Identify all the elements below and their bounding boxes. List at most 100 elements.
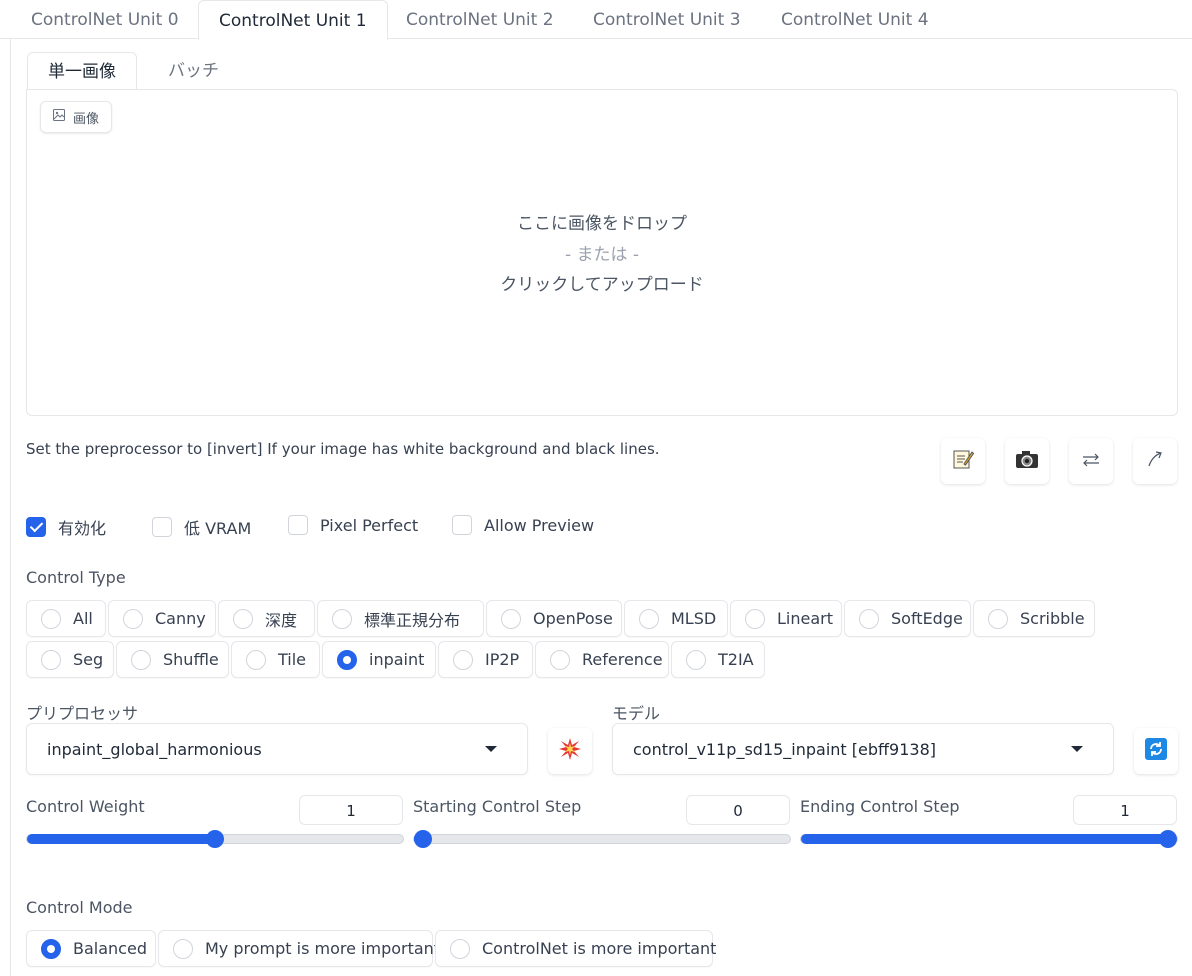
ending-step-slider[interactable] <box>800 830 1178 848</box>
option-label: Tile <box>278 650 307 669</box>
camera-button[interactable] <box>1005 438 1049 484</box>
radio-circle[interactable] <box>501 608 521 629</box>
control-type-shuffle[interactable]: Shuffle <box>116 641 229 678</box>
ending-step-input[interactable]: 1 <box>1073 795 1177 825</box>
invert-hint: Set the preprocessor to [invert] If your… <box>26 440 660 458</box>
control-type-openpose[interactable]: OpenPose <box>486 600 622 637</box>
allow-preview-checkbox[interactable]: Allow Preview <box>452 515 594 535</box>
control-mode-controlnet[interactable]: ControlNet is more important <box>435 930 717 967</box>
control-type-softedge[interactable]: SoftEdge <box>844 600 971 637</box>
tab-single-image[interactable]: 単一画像 <box>27 52 137 90</box>
radio-circle[interactable] <box>173 938 193 959</box>
starting-step-input[interactable]: 0 <box>686 795 790 825</box>
radio-circle[interactable] <box>453 649 473 670</box>
low-vram-check-box[interactable] <box>152 517 172 537</box>
slider-fill <box>801 834 1168 844</box>
radio-circle[interactable] <box>859 608 879 629</box>
unit-tab-bar: ControlNet Unit 0 ControlNet Unit 1 Cont… <box>0 0 1192 40</box>
model-label: モデル <box>612 704 661 723</box>
radio-circle[interactable] <box>686 649 706 670</box>
control-mode-label: Control Mode <box>26 898 133 917</box>
radio-circle[interactable] <box>332 608 352 629</box>
option-label: Reference <box>582 650 663 669</box>
radio-circle[interactable] <box>745 608 765 629</box>
control-type-mlsd[interactable]: MLSD <box>624 600 728 637</box>
memo-icon <box>952 448 975 475</box>
upload-text[interactable]: クリックしてアップロード <box>26 270 1178 295</box>
radio-circle[interactable] <box>450 938 470 959</box>
control-mode-prompt[interactable]: My prompt is more important <box>158 930 440 967</box>
radio-circle-selected[interactable] <box>41 938 61 959</box>
control-type-tile[interactable]: Tile <box>231 641 320 678</box>
control-type-scribble[interactable]: Scribble <box>973 600 1095 637</box>
radio-circle[interactable] <box>41 649 61 670</box>
radio-circle[interactable] <box>988 608 1008 629</box>
tab-unit-4[interactable]: ControlNet Unit 4 <box>761 0 949 39</box>
slider-thumb[interactable] <box>414 830 432 848</box>
option-label: T2IA <box>718 650 754 669</box>
radio-circle[interactable] <box>123 608 143 629</box>
memo-button[interactable] <box>941 438 985 484</box>
control-type-depth[interactable]: 深度 <box>218 600 315 637</box>
option-label: Canny <box>155 609 206 628</box>
swap-dimensions-button[interactable] <box>1069 438 1113 484</box>
option-label: 深度 <box>265 610 298 630</box>
control-type-all[interactable]: All <box>26 600 106 637</box>
enable-checkbox[interactable]: 有効化 <box>26 515 106 539</box>
starting-step-slider[interactable] <box>413 830 791 848</box>
option-label: All <box>73 609 93 628</box>
chevron-down-icon <box>1071 746 1083 752</box>
control-type-ip2p[interactable]: IP2P <box>438 641 533 678</box>
radio-circle[interactable] <box>246 649 266 670</box>
slider-thumb[interactable] <box>1159 830 1177 848</box>
control-type-canny[interactable]: Canny <box>108 600 216 637</box>
allow-preview-check-box[interactable] <box>452 515 472 535</box>
model-dropdown[interactable]: control_v11p_sd15_inpaint [ebff9138] <box>612 723 1114 775</box>
send-dimensions-button[interactable] <box>1133 438 1177 484</box>
control-weight-slider[interactable] <box>26 830 404 848</box>
low-vram-checkbox[interactable]: 低 VRAM <box>152 515 251 539</box>
explosion-icon <box>558 737 582 765</box>
control-type-reference[interactable]: Reference <box>535 641 669 678</box>
tab-unit-3[interactable]: ControlNet Unit 3 <box>573 0 761 39</box>
tab-unit-0[interactable]: ControlNet Unit 0 <box>11 0 199 39</box>
tab-unit-2[interactable]: ControlNet Unit 2 <box>386 0 574 39</box>
control-mode-balanced[interactable]: Balanced <box>26 930 156 967</box>
slider-thumb[interactable] <box>206 830 224 848</box>
radio-circle-selected[interactable] <box>337 649 357 670</box>
preprocessor-value: inpaint_global_harmonious <box>47 739 262 759</box>
image-label-text: 画像 <box>73 111 100 127</box>
option-label: ControlNet is more important <box>482 939 717 958</box>
control-type-lineart[interactable]: Lineart <box>730 600 842 637</box>
option-label: IP2P <box>485 650 520 669</box>
pixel-perfect-check-box[interactable] <box>288 515 308 535</box>
run-preprocessor-button[interactable] <box>548 728 592 774</box>
control-weight-input[interactable]: 1 <box>299 795 403 825</box>
option-label: My prompt is more important <box>205 939 441 958</box>
low-vram-label: 低 VRAM <box>184 519 252 538</box>
option-label: Balanced <box>73 939 147 958</box>
control-type-seg[interactable]: Seg <box>26 641 114 678</box>
curved-arrow-icon <box>1146 450 1164 473</box>
pixel-perfect-checkbox[interactable]: Pixel Perfect <box>288 515 418 535</box>
swap-arrows-icon <box>1081 451 1101 472</box>
radio-circle[interactable] <box>550 649 570 670</box>
slider-fill <box>27 834 215 844</box>
option-label: Scribble <box>1020 609 1085 628</box>
tab-unit-1[interactable]: ControlNet Unit 1 <box>198 0 388 40</box>
radio-circle[interactable] <box>41 608 61 629</box>
control-type-normal[interactable]: 標準正規分布 <box>317 600 484 637</box>
model-value: control_v11p_sd15_inpaint [ebff9138] <box>633 739 937 759</box>
radio-circle[interactable] <box>639 608 659 629</box>
enable-check-box[interactable] <box>26 517 46 537</box>
radio-circle[interactable] <box>131 649 151 670</box>
radio-circle[interactable] <box>233 608 253 629</box>
control-type-t2ia[interactable]: T2IA <box>671 641 765 678</box>
tab-batch[interactable]: バッチ <box>148 52 239 90</box>
refresh-models-button[interactable] <box>1134 728 1178 774</box>
preprocessor-dropdown[interactable]: inpaint_global_harmonious <box>26 723 528 775</box>
option-label: Lineart <box>777 609 833 628</box>
option-label: 標準正規分布 <box>364 610 461 630</box>
control-type-inpaint[interactable]: inpaint <box>322 641 436 678</box>
enable-label: 有効化 <box>58 519 107 538</box>
